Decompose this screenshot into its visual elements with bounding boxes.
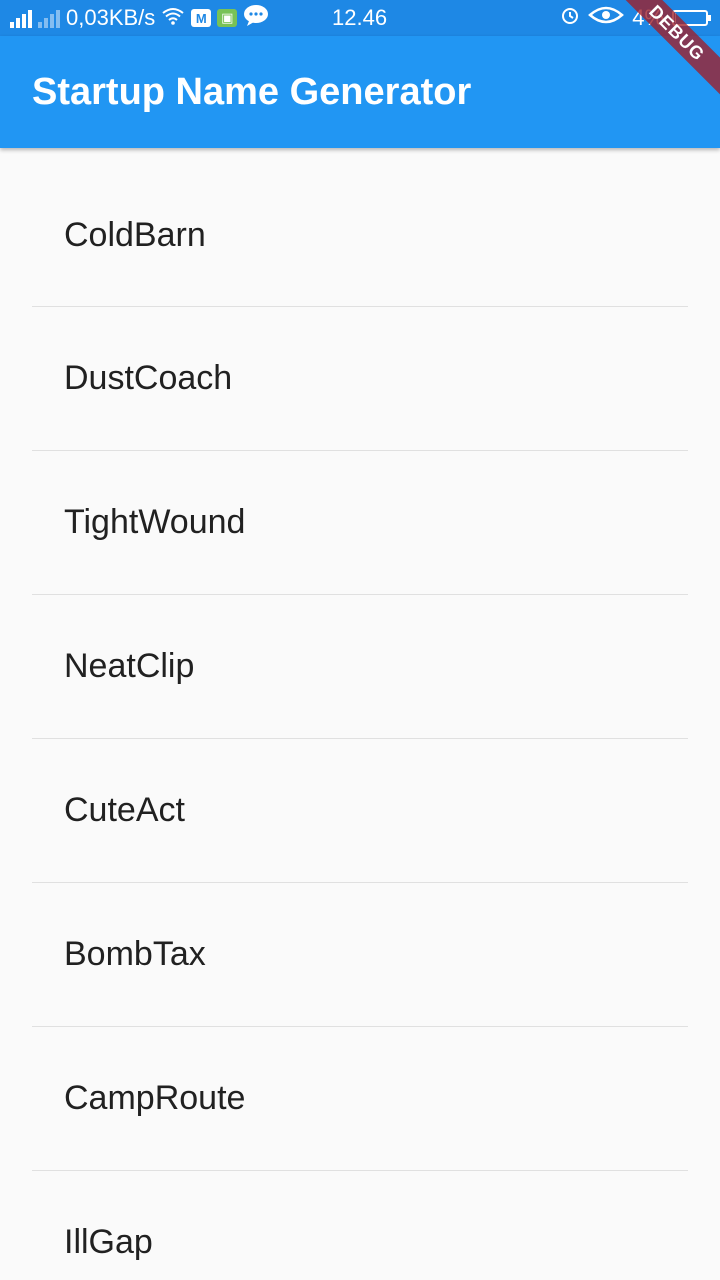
- list-item[interactable]: TightWound: [32, 451, 688, 595]
- alarm-icon: [560, 5, 580, 31]
- page-title: Startup Name Generator: [32, 71, 472, 113]
- android-icon: ▣: [217, 9, 238, 27]
- eye-icon: [588, 5, 625, 31]
- status-bar: 0,03KB/s M ▣ 12.46: [0, 0, 720, 36]
- status-left: 0,03KB/s M ▣: [10, 0, 269, 36]
- chat-icon: [243, 4, 269, 32]
- signal-2-icon: [38, 8, 60, 28]
- list-item[interactable]: ColdBarn: [32, 148, 688, 307]
- list-item[interactable]: NeatClip: [32, 595, 688, 739]
- status-time: 12.46: [332, 5, 388, 30]
- list-item[interactable]: DustCoach: [32, 307, 688, 451]
- app-bar: Startup Name Generator: [0, 36, 720, 148]
- network-speed: 0,03KB/s: [66, 5, 156, 30]
- list-item[interactable]: IllGap: [32, 1171, 688, 1280]
- list-item[interactable]: BombTax: [32, 883, 688, 1027]
- signal-icon: [10, 8, 32, 28]
- wifi-icon: [161, 5, 185, 31]
- mail-icon: M: [191, 9, 212, 27]
- list-item[interactable]: CuteAct: [32, 739, 688, 883]
- list-item[interactable]: CampRoute: [32, 1027, 688, 1171]
- suggestions-list[interactable]: ColdBarn DustCoach TightWound NeatClip C…: [0, 148, 720, 1280]
